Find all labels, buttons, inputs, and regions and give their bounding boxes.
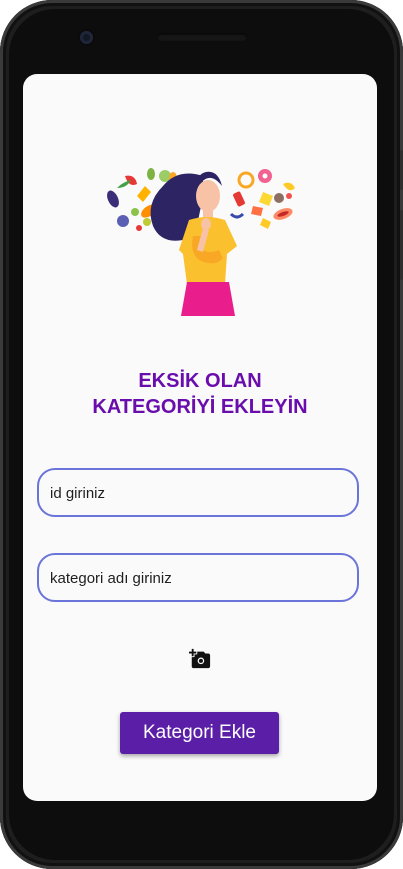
page-title: EKSİK OLAN KATEGORİYİ EKLEYİN [23,368,377,420]
phone-frame: EKSİK OLAN KATEGORİYİ EKLEYİN Kategori E… [0,0,403,869]
thinking-woman-food-illustration [107,168,295,316]
front-camera [80,31,93,44]
earpiece-speaker [157,33,247,41]
category-name-field[interactable] [37,553,359,602]
page-title-line-2: KATEGORİYİ EKLEYİN [92,396,308,418]
app-screen: EKSİK OLAN KATEGORİYİ EKLEYİN Kategori E… [23,74,377,801]
add-category-button[interactable]: Kategori Ekle [120,712,279,754]
add-a-photo-icon[interactable] [189,648,211,670]
page-title-line-1: EKSİK OLAN [138,370,262,392]
id-input[interactable] [48,470,347,517]
category-name-input[interactable] [48,555,347,602]
id-field[interactable] [37,468,359,517]
